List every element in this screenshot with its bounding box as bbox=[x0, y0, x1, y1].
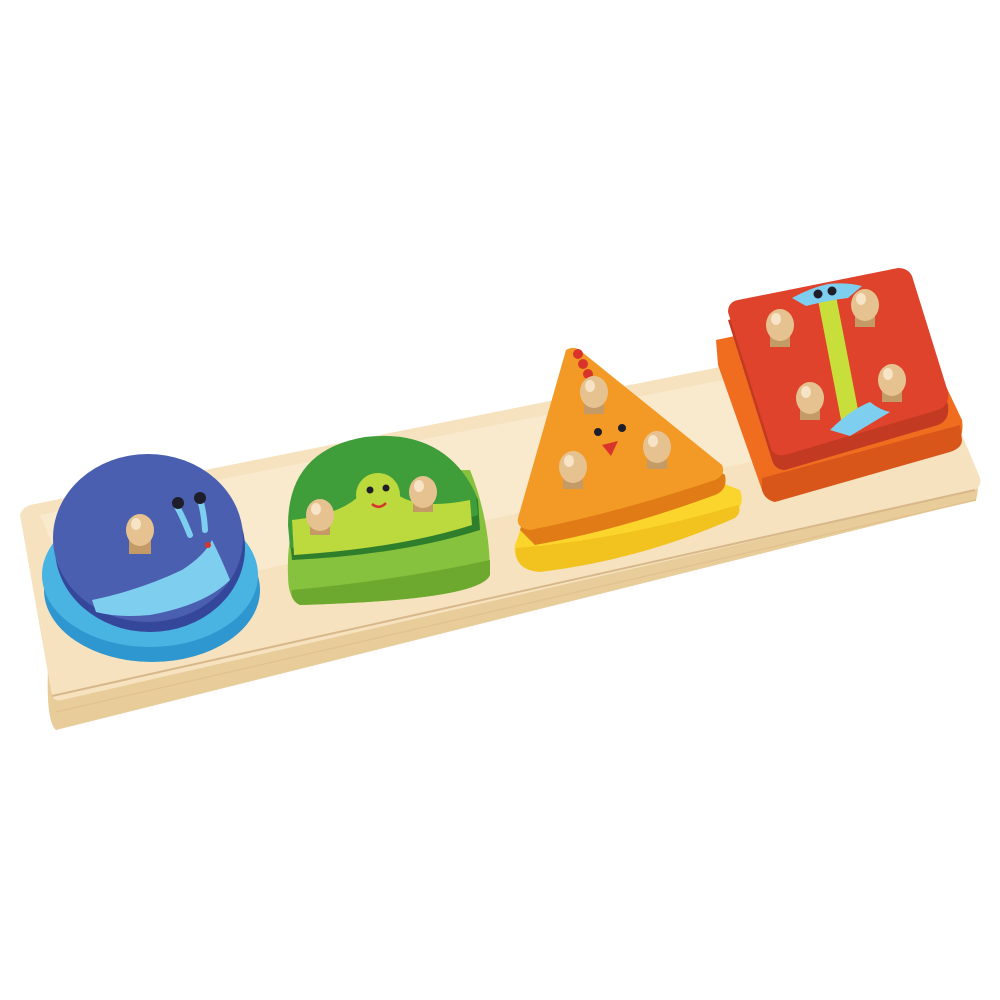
chick-comb-dot bbox=[578, 359, 588, 369]
peg-highlight bbox=[414, 480, 424, 492]
turtle-head bbox=[356, 473, 400, 517]
turtle-eye bbox=[366, 486, 374, 494]
peg bbox=[851, 289, 879, 321]
peg-highlight bbox=[801, 386, 811, 398]
butterfly-eye bbox=[827, 286, 837, 296]
peg bbox=[409, 476, 437, 508]
chick-eye bbox=[618, 424, 626, 432]
snail-eye bbox=[194, 492, 206, 504]
peg bbox=[878, 364, 906, 396]
peg bbox=[580, 376, 608, 408]
peg-highlight bbox=[585, 380, 595, 392]
product-photo bbox=[0, 0, 1000, 1000]
chick-comb-dot bbox=[573, 349, 583, 359]
peg bbox=[306, 499, 334, 531]
peg-highlight bbox=[648, 435, 658, 447]
peg-highlight bbox=[883, 368, 893, 380]
peg bbox=[796, 382, 824, 414]
peg-highlight bbox=[771, 313, 781, 325]
peg bbox=[126, 514, 154, 546]
peg bbox=[766, 309, 794, 341]
snail-cheek bbox=[205, 542, 211, 548]
peg-highlight bbox=[564, 455, 574, 467]
peg-highlight bbox=[856, 293, 866, 305]
peg bbox=[643, 431, 671, 463]
peg-highlight bbox=[131, 518, 141, 530]
peg bbox=[559, 451, 587, 483]
chick-eye bbox=[594, 428, 602, 436]
peg-highlight bbox=[311, 503, 321, 515]
turtle-eye bbox=[382, 484, 390, 492]
butterfly-eye bbox=[813, 289, 823, 299]
snail-eye bbox=[172, 497, 184, 509]
